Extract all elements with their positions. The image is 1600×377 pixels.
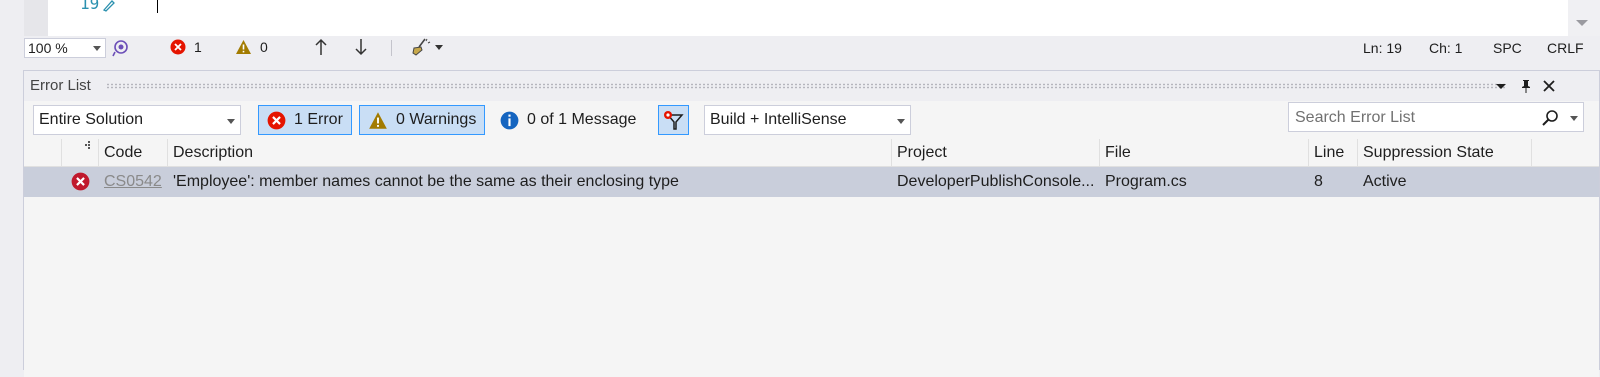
next-issue-arrow-down-icon[interactable] <box>353 37 369 57</box>
column-indicator[interactable]: Ch: 1 <box>1429 40 1462 56</box>
code-health-icon[interactable] <box>112 39 128 57</box>
zoom-dropdown[interactable]: 100 % <box>24 38 106 58</box>
broom-icon <box>412 38 431 56</box>
error-code-link[interactable]: CS0542 <box>99 167 168 197</box>
toolbar-separator <box>391 40 392 56</box>
filter-icon <box>664 111 684 130</box>
code-editor[interactable]: 19 <box>0 0 1600 36</box>
close-icon[interactable] <box>1541 78 1557 94</box>
table-row[interactable]: CS0542 'Employee': member names cannot b… <box>24 167 1599 197</box>
build-filter-dropdown[interactable]: Build + IntelliSense <box>704 105 911 135</box>
chevron-down-icon <box>435 44 443 50</box>
column-header-code[interactable]: Code <box>99 139 168 167</box>
error-icon <box>71 172 90 191</box>
scope-dropdown[interactable]: Entire Solution <box>33 105 241 135</box>
editor-text-area[interactable] <box>48 0 1568 36</box>
zoom-value: 100 % <box>28 40 68 56</box>
chevron-down-icon[interactable] <box>1570 116 1578 121</box>
window-menu-chevron-icon[interactable] <box>1493 78 1509 94</box>
error-icon <box>267 111 286 129</box>
error-project: DeveloperPublishConsole... <box>897 173 1095 190</box>
column-chooser-icon <box>85 141 90 149</box>
column-header-project[interactable]: Project <box>892 139 1100 167</box>
header-spacer <box>24 139 62 167</box>
warning-count: 0 <box>260 39 268 55</box>
error-icon <box>170 39 186 55</box>
error-list-body: CS0542 'Employee': member names cannot b… <box>24 167 1599 377</box>
error-suppression-state: Active <box>1363 173 1407 190</box>
messages-toggle-label: 0 of 1 Message <box>527 111 637 128</box>
search-icon[interactable] <box>1541 109 1559 127</box>
line-ending-indicator[interactable]: CRLF <box>1547 40 1584 56</box>
titlebar-grip <box>106 83 1506 89</box>
chevron-down-icon <box>227 119 235 124</box>
error-list-window: Error List Entire Solution 1 Error 0 War… <box>23 70 1600 377</box>
messages-toggle-button[interactable]: 0 of 1 Message <box>491 105 645 135</box>
indent-indicator[interactable]: SPC <box>1493 40 1522 56</box>
error-file: Program.cs <box>1105 173 1187 190</box>
vertical-scrollbar[interactable] <box>1568 0 1600 36</box>
scope-value: Entire Solution <box>39 111 144 128</box>
error-list-header: Code Description Project File Line Suppr… <box>24 139 1599 167</box>
error-description: 'Employee': member names cannot be the s… <box>173 173 679 190</box>
line-number: 19 <box>80 0 100 13</box>
warning-icon <box>236 40 251 54</box>
column-header-suppression[interactable]: Suppression State <box>1358 139 1532 167</box>
previous-issue-arrow-up-icon[interactable] <box>313 37 329 57</box>
errors-toggle-button[interactable]: 1 Error <box>258 105 352 135</box>
search-error-list[interactable]: Search Error List <box>1288 102 1584 132</box>
info-icon <box>500 111 519 129</box>
chevron-down-icon <box>897 119 905 124</box>
chevron-down-icon <box>93 46 101 51</box>
errors-toggle-label: 1 Error <box>294 111 343 128</box>
pin-icon[interactable] <box>1518 78 1534 94</box>
warnings-toggle-label: 0 Warnings <box>396 111 477 128</box>
error-count: 1 <box>194 39 202 55</box>
search-placeholder: Search Error List <box>1295 109 1416 126</box>
edit-pen-icon[interactable] <box>101 0 117 12</box>
editor-left-margin <box>24 0 48 36</box>
column-header-file[interactable]: File <box>1100 139 1309 167</box>
column-chooser[interactable] <box>62 139 99 167</box>
column-header-line[interactable]: Line <box>1309 139 1358 167</box>
scroll-down-icon[interactable] <box>1576 20 1588 26</box>
error-list-titlebar[interactable]: Error List <box>24 71 1599 101</box>
warning-count-indicator[interactable]: 0 <box>235 39 268 55</box>
editor-status-bar: 100 % 1 0 Ln: 19 Ch: 1 SPC CRLF <box>0 36 1600 60</box>
code-cleanup-button[interactable] <box>411 37 447 57</box>
error-line: 8 <box>1314 173 1323 190</box>
column-header-description[interactable]: Description <box>168 139 892 167</box>
error-count-indicator[interactable]: 1 <box>170 39 202 55</box>
text-caret <box>157 0 158 13</box>
filter-toggle-button[interactable] <box>658 105 689 135</box>
window-title: Error List <box>30 77 91 94</box>
line-indicator[interactable]: Ln: 19 <box>1363 40 1402 56</box>
warnings-toggle-button[interactable]: 0 Warnings <box>359 105 486 135</box>
warning-icon <box>369 111 387 129</box>
build-filter-value: Build + IntelliSense <box>710 111 847 128</box>
